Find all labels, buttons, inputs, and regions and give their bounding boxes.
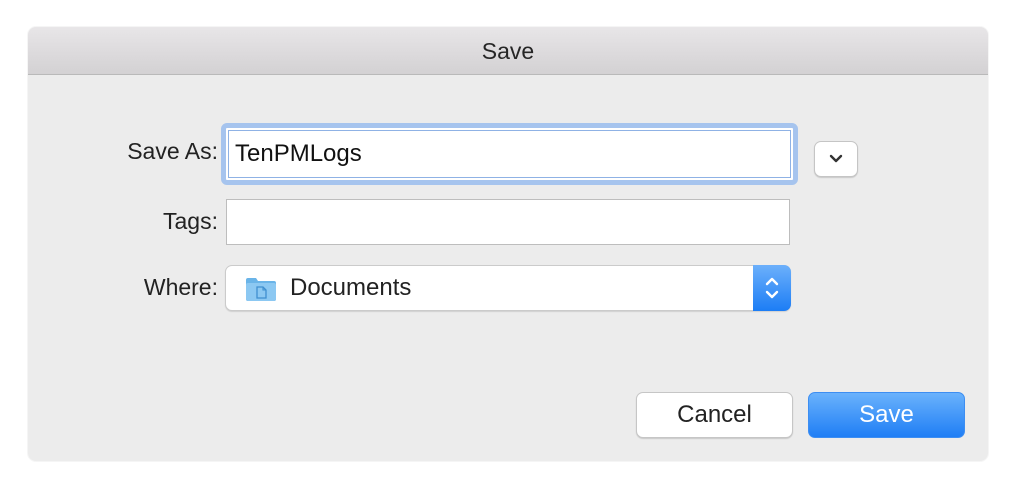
up-down-chevron-icon	[765, 277, 779, 299]
where-value: Documents	[290, 274, 412, 301]
folder-icon	[246, 278, 276, 301]
popup-stepper[interactable]	[753, 265, 791, 311]
save-button[interactable]: Save	[808, 392, 965, 438]
where-popup-button[interactable]: Documents	[225, 265, 791, 311]
save-dialog: Save Save As: TenPMLogs Tags: Where: Doc…	[28, 27, 988, 461]
where-label: Where:	[143, 274, 218, 300]
dialog-title: Save	[28, 27, 988, 75]
chevron-down-icon	[829, 154, 843, 163]
expand-dialog-button[interactable]	[814, 141, 858, 177]
tags-label: Tags:	[163, 208, 218, 234]
save-as-input[interactable]: TenPMLogs	[228, 130, 791, 178]
save-as-field-focus-ring[interactable]: TenPMLogs	[221, 123, 798, 185]
cancel-button[interactable]: Cancel	[636, 392, 793, 438]
tags-input[interactable]	[226, 199, 790, 245]
save-as-label: Save As:	[127, 138, 218, 164]
